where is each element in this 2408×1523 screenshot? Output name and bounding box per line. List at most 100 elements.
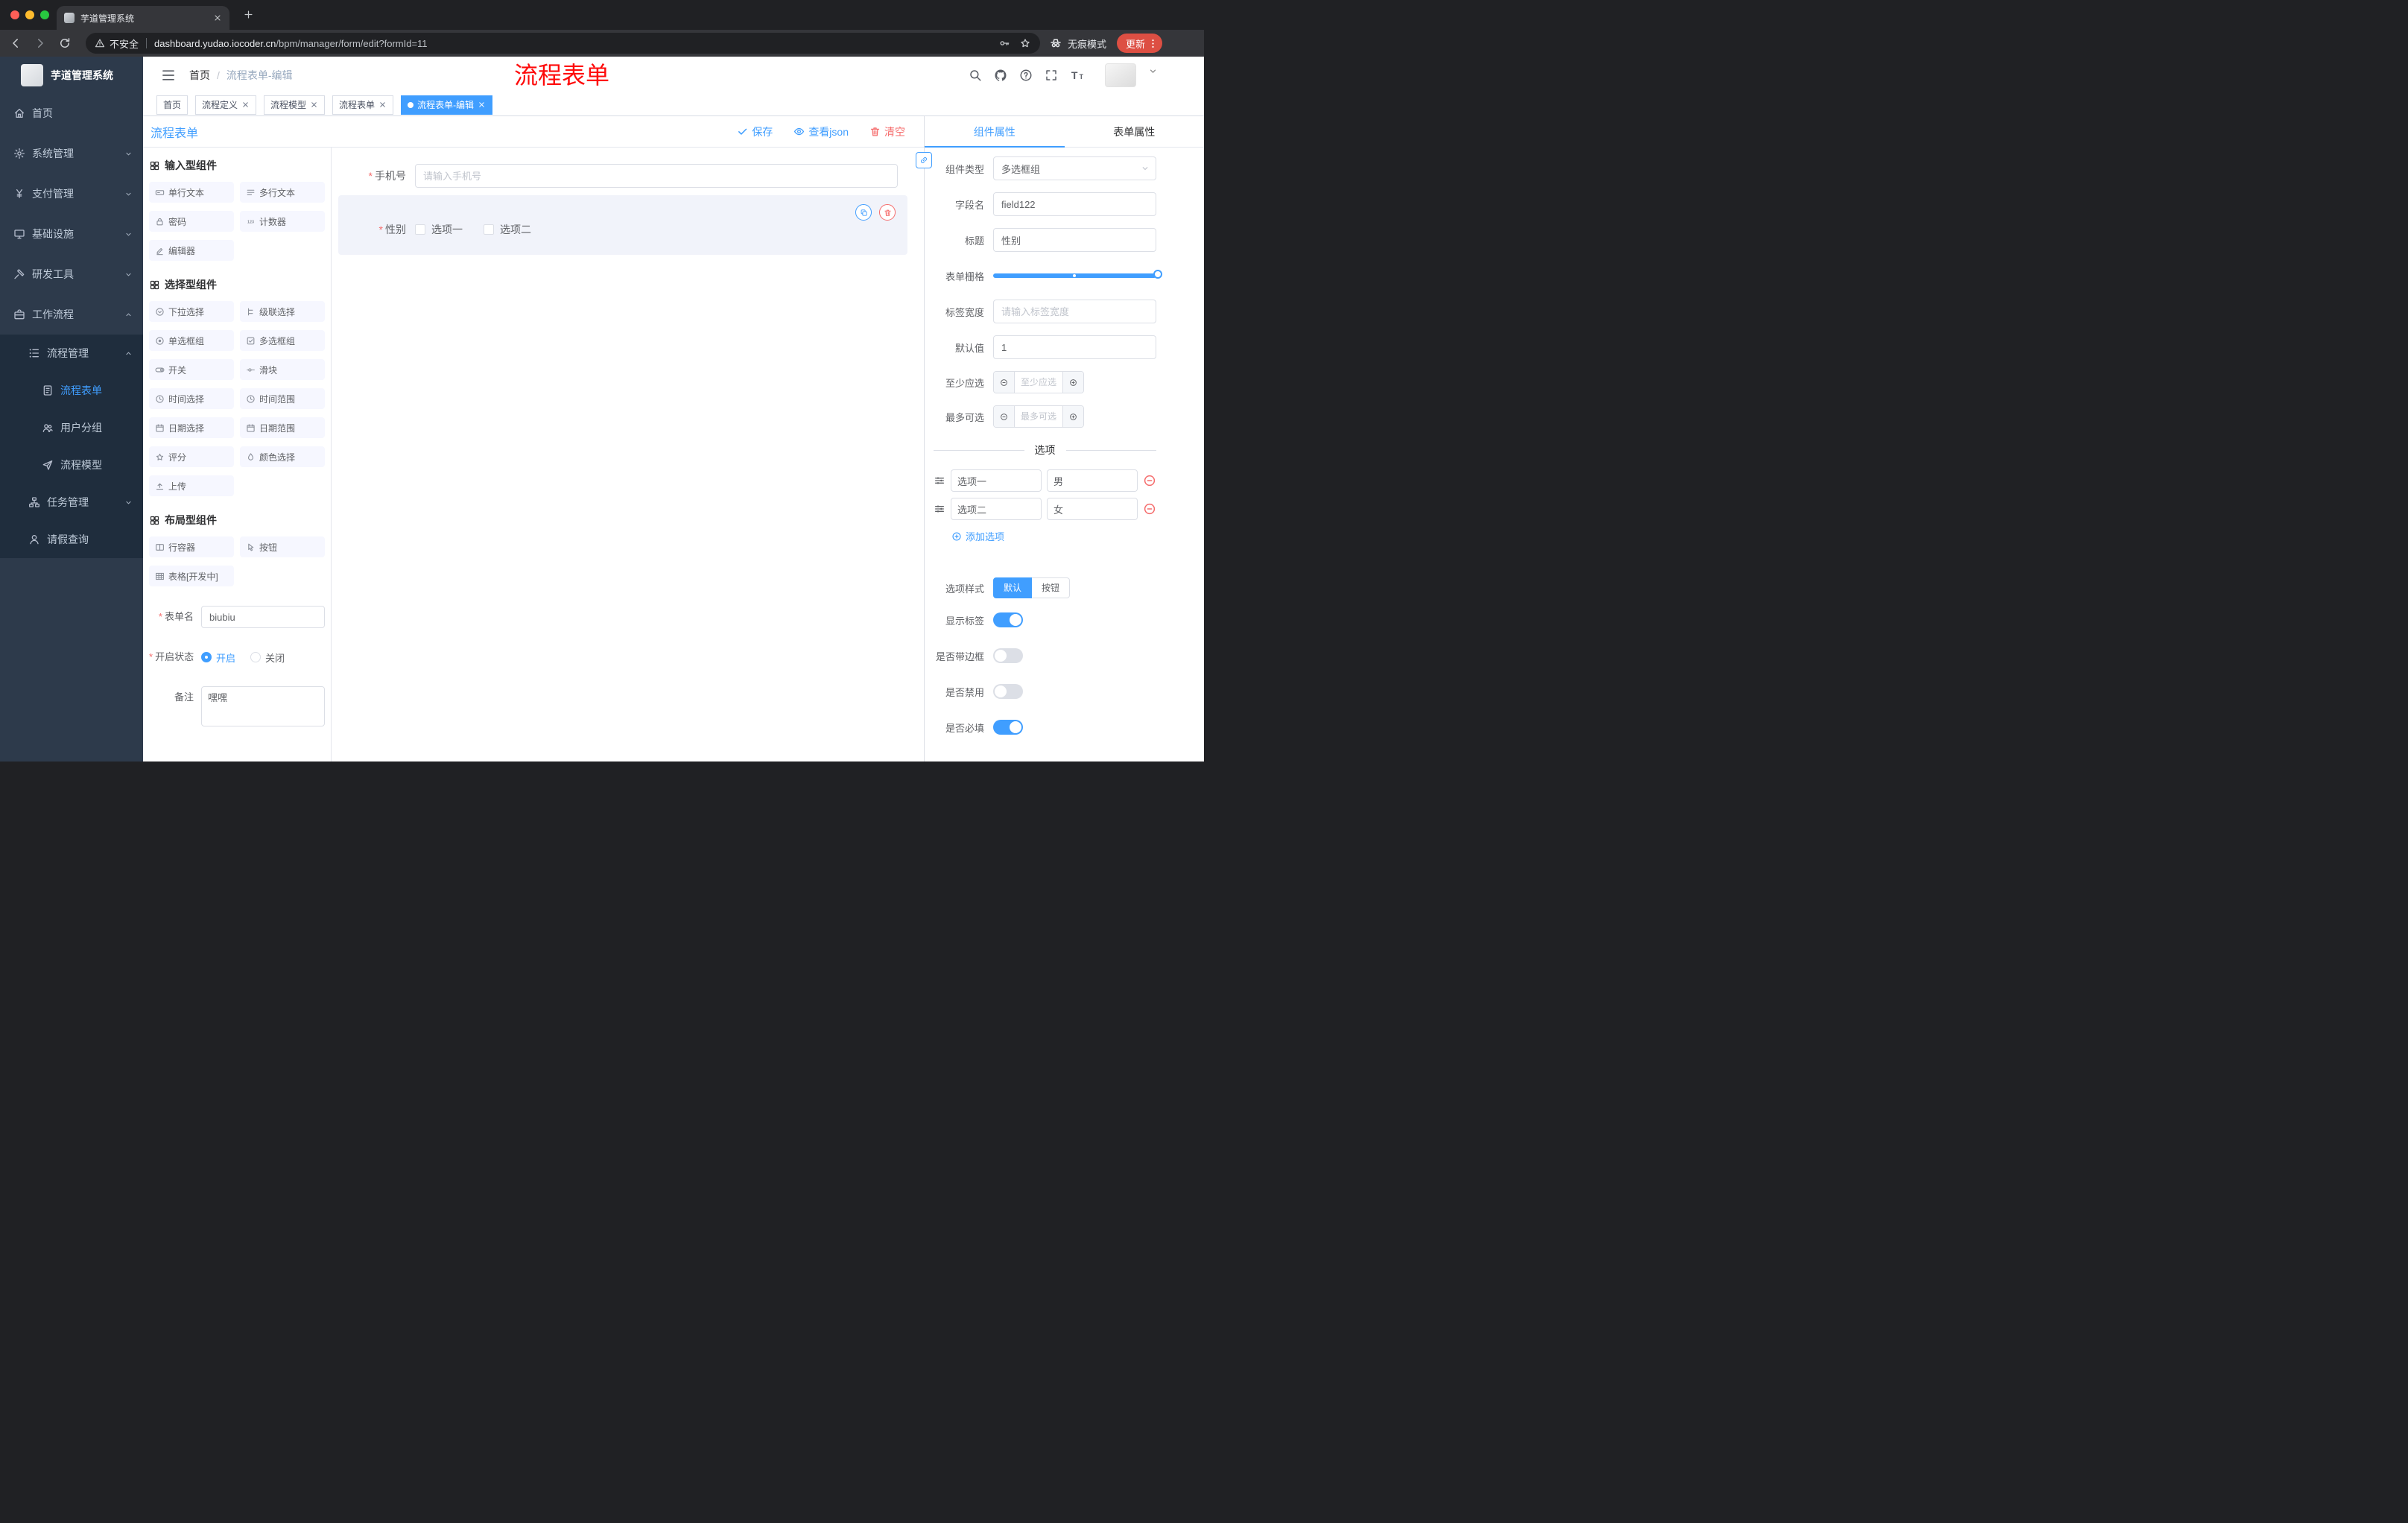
palette-item-switch[interactable]: 开关 — [149, 359, 234, 380]
gender-option-2[interactable]: 选项二 — [484, 222, 531, 237]
tab-component-props[interactable]: 组件属性 — [925, 116, 1065, 148]
checkbox-box[interactable] — [484, 224, 494, 235]
tag-process-form-edit[interactable]: 流程表单-编辑 — [401, 95, 493, 115]
drag-handle-icon[interactable] — [934, 503, 945, 515]
disabled-toggle[interactable] — [993, 684, 1023, 699]
fullscreen-icon[interactable] — [1045, 69, 1058, 82]
breadcrumb-home[interactable]: 首页 — [189, 69, 210, 81]
sidebar-item-devtools[interactable]: 研发工具 — [0, 254, 143, 294]
tag-home[interactable]: 首页 — [156, 95, 188, 115]
fold-sidebar-icon[interactable] — [161, 68, 176, 83]
palette-item-multi-line-text[interactable]: 多行文本 — [240, 182, 325, 203]
slider-track[interactable] — [993, 270, 1162, 279]
decrease-button[interactable] — [994, 372, 1015, 393]
delete-field-button[interactable] — [879, 204, 896, 221]
option-1-label-input[interactable] — [951, 469, 1042, 492]
reload-icon[interactable] — [58, 37, 72, 50]
sidebar-item-leave-query[interactable]: 请假查询 — [0, 521, 143, 558]
drag-handle-icon[interactable] — [934, 475, 945, 487]
sidebar-item-infrastructure[interactable]: 基础设施 — [0, 214, 143, 254]
add-option-button[interactable]: 添加选项 — [951, 529, 1156, 543]
save-button[interactable]: 保存 — [737, 124, 773, 139]
new-tab-button[interactable] — [243, 9, 254, 20]
tag-process-form[interactable]: 流程表单 — [332, 95, 394, 115]
palette-item-rate[interactable]: 评分 — [149, 446, 234, 467]
caret-down-icon[interactable] — [1148, 66, 1158, 76]
option-2-value-input[interactable] — [1047, 498, 1138, 520]
phone-field[interactable]: 手机号 — [332, 164, 907, 188]
tag-close-icon[interactable] — [310, 101, 318, 109]
sidebar-item-process-management[interactable]: 流程管理 — [0, 335, 143, 372]
palette-item-editor[interactable]: 编辑器 — [149, 240, 234, 261]
palette-item-single-line-text[interactable]: 单行文本 — [149, 182, 234, 203]
sidebar-item-home[interactable]: 首页 — [0, 93, 143, 133]
status-radio-off[interactable]: 关闭 — [250, 650, 285, 665]
palette-item-select[interactable]: 下拉选择 — [149, 301, 234, 322]
palette-item-button[interactable]: 按钮 — [240, 536, 325, 557]
max-select-input[interactable] — [1015, 406, 1062, 427]
style-button-button[interactable]: 按钮 — [1032, 577, 1071, 598]
window-close-button[interactable] — [10, 10, 19, 19]
grid-slider[interactable] — [993, 264, 1162, 288]
required-toggle[interactable] — [993, 720, 1023, 735]
question-icon[interactable] — [1019, 69, 1033, 82]
key-icon[interactable] — [998, 37, 1010, 49]
github-icon[interactable] — [994, 69, 1007, 82]
palette-item-cascader[interactable]: 级联选择 — [240, 301, 325, 322]
form-name-input[interactable] — [201, 606, 325, 628]
sidebar-item-process-form[interactable]: 流程表单 — [0, 372, 143, 409]
remove-option-icon[interactable] — [1143, 502, 1156, 516]
slider-handle[interactable] — [1153, 270, 1162, 279]
view-json-button[interactable]: 查看json — [793, 124, 849, 139]
palette-item-password[interactable]: 密码 — [149, 211, 234, 232]
palette-item-color-picker[interactable]: 颜色选择 — [240, 446, 325, 467]
tag-close-icon[interactable] — [478, 101, 486, 109]
checkbox-box[interactable] — [415, 224, 425, 235]
clear-button[interactable]: 清空 — [869, 124, 905, 139]
address-bar[interactable]: 不安全 dashboard.yudao.iocoder.cn /bpm/mana… — [86, 33, 1040, 54]
palette-item-slider[interactable]: 滑块 — [240, 359, 325, 380]
min-select-input[interactable] — [1015, 372, 1062, 393]
form-remark-textarea[interactable]: 嘿嘿 — [201, 686, 325, 726]
field-name-input[interactable] — [993, 192, 1156, 216]
gender-option-1[interactable]: 选项一 — [415, 222, 463, 237]
palette-item-radio-group[interactable]: 单选框组 — [149, 330, 234, 351]
window-zoom-button[interactable] — [40, 10, 49, 19]
browser-tab[interactable]: 芋道管理系统 — [57, 6, 229, 30]
tag-close-icon[interactable] — [378, 101, 387, 109]
update-button[interactable]: 更新 — [1116, 34, 1162, 53]
sidebar-item-task-management[interactable]: 任务管理 — [0, 484, 143, 521]
back-icon[interactable] — [9, 37, 22, 50]
copy-field-button[interactable] — [855, 204, 872, 221]
search-icon[interactable] — [969, 69, 982, 82]
sidebar-item-workflow[interactable]: 工作流程 — [0, 294, 143, 335]
title-input[interactable] — [993, 228, 1156, 252]
tag-close-icon[interactable] — [241, 101, 250, 109]
border-toggle[interactable] — [993, 648, 1023, 663]
palette-item-row-container[interactable]: 行容器 — [149, 536, 234, 557]
component-type-select[interactable]: 多选框组 — [993, 156, 1156, 180]
forward-icon[interactable] — [34, 37, 47, 50]
sidebar-item-system[interactable]: 系统管理 — [0, 133, 143, 174]
tag-process-model[interactable]: 流程模型 — [264, 95, 326, 115]
phone-input[interactable] — [415, 164, 898, 188]
sidebar-item-payment[interactable]: 支付管理 — [0, 174, 143, 214]
palette-item-date-range[interactable]: 日期范围 — [240, 417, 325, 438]
tab-form-props[interactable]: 表单属性 — [1065, 116, 1205, 147]
font-size-icon[interactable] — [1070, 68, 1086, 83]
sidebar-item-user-group[interactable]: 用户分组 — [0, 409, 143, 446]
increase-button[interactable] — [1062, 406, 1083, 427]
style-default-button[interactable]: 默认 — [993, 577, 1033, 598]
more-vertical-icon[interactable] — [1147, 38, 1159, 49]
palette-item-upload[interactable]: 上传 — [149, 475, 234, 496]
palette-item-time-range[interactable]: 时间范围 — [240, 388, 325, 409]
label-width-input[interactable] — [993, 300, 1156, 323]
remove-option-icon[interactable] — [1143, 474, 1156, 487]
tag-process-definition[interactable]: 流程定义 — [195, 95, 257, 115]
palette-item-table[interactable]: 表格[开发中] — [149, 566, 234, 586]
avatar[interactable] — [1105, 63, 1136, 87]
window-minimize-button[interactable] — [25, 10, 34, 19]
decrease-button[interactable] — [994, 406, 1015, 427]
link-button[interactable] — [916, 152, 932, 168]
palette-item-date-picker[interactable]: 日期选择 — [149, 417, 234, 438]
